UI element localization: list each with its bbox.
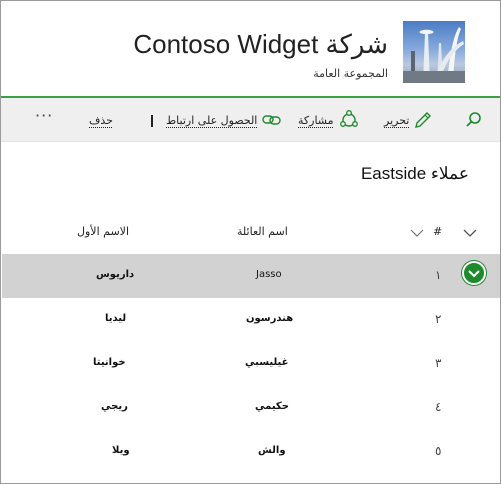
site-title[interactable]: شركة Contoso Widget	[133, 29, 388, 60]
row-selected-check-icon[interactable]	[462, 261, 486, 285]
row-first-name: داريوس	[96, 269, 135, 280]
row-last-name: غيليسبي	[245, 357, 289, 368]
column-header-first-name[interactable]: الاسم الأول	[77, 225, 129, 238]
share-button[interactable]: مشاركة	[298, 108, 360, 132]
search-button[interactable]	[465, 108, 483, 132]
site-logo[interactable]	[403, 21, 465, 83]
table-row[interactable]: ٢ هندرسون ليديا	[2, 298, 500, 342]
get-link-button[interactable]: الحصول على ارتباط	[166, 108, 283, 132]
share-icon	[339, 110, 358, 127]
table-row[interactable]: ٤ حكيمي ريجي	[2, 386, 500, 430]
search-icon	[466, 112, 481, 127]
site-header: شركة Contoso Widget المجموعة العامة	[1, 1, 500, 96]
row-first-name: ويلا	[112, 445, 130, 456]
row-last-name: Jasso	[256, 269, 282, 280]
more-options-icon[interactable]: ···	[35, 106, 53, 125]
column-header-number[interactable]: #	[433, 225, 442, 238]
row-number: ٣	[435, 356, 442, 370]
pencil-icon	[415, 112, 432, 128]
table-row[interactable]: ٥ والش ويلا	[2, 430, 500, 474]
sort-chevron-icon[interactable]	[410, 228, 424, 238]
app-window: شركة Contoso Widget المجموعة العامة تحري…	[0, 0, 501, 484]
toolbar-divider	[151, 115, 153, 127]
delete-button[interactable]: حذف	[89, 108, 113, 132]
table-row[interactable]: ٣ غيليسبي خوانيتا	[2, 342, 500, 386]
select-all-chevron-icon[interactable]	[463, 228, 477, 238]
site-subtitle: المجموعة العامة	[313, 67, 388, 80]
link-icon	[262, 115, 282, 125]
row-last-name: هندرسون	[246, 313, 294, 324]
row-last-name: حكيمي	[255, 401, 289, 412]
checkmark-icon	[468, 270, 480, 278]
row-first-name: ريجي	[101, 401, 128, 412]
row-number: ٥	[435, 444, 442, 458]
list-title: عملاء Eastside	[360, 164, 469, 183]
row-number: ١	[435, 268, 442, 282]
get-link-label: الحصول على ارتباط	[166, 113, 258, 127]
row-number: ٤	[435, 400, 442, 414]
row-last-name: والش	[258, 445, 286, 456]
share-label: مشاركة	[298, 113, 334, 127]
row-first-name: ليديا	[105, 313, 127, 324]
row-number: ٢	[435, 312, 442, 326]
column-header-last-name[interactable]: اسم العائلة	[237, 225, 288, 238]
city-skyline-logo-icon	[403, 27, 465, 83]
delete-label: حذف	[89, 113, 113, 127]
row-first-name: خوانيتا	[93, 357, 126, 368]
edit-button[interactable]: تحرير	[384, 108, 433, 132]
edit-label: تحرير	[384, 113, 410, 127]
command-bar: تحرير مشاركة الحصول على ارتباط حذف ···	[1, 98, 500, 142]
table-row[interactable]: ١ Jasso داريوس	[2, 254, 500, 298]
